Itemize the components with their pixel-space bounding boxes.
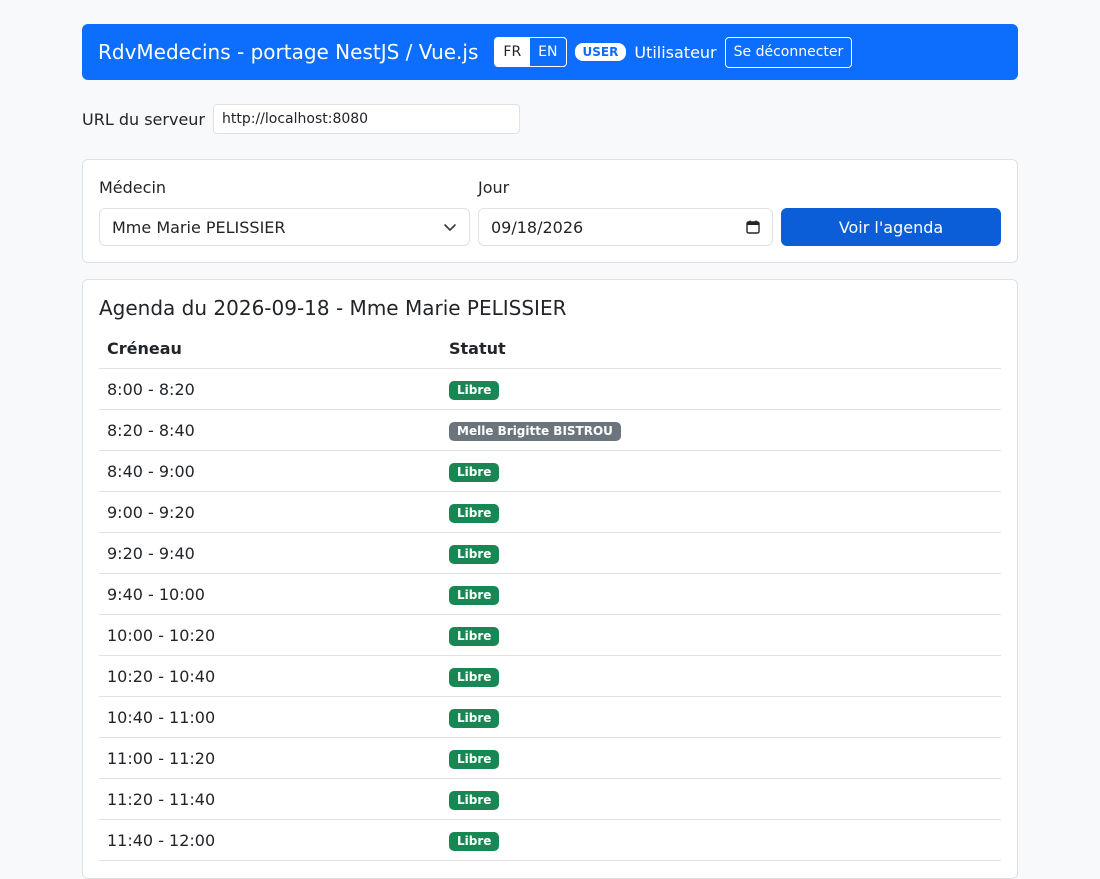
table-row: 8:20 - 8:40 Melle Brigitte BISTROU [99,409,1001,451]
user-name: Utilisateur [634,42,717,62]
slot-cell: 9:40 - 10:00 [99,573,441,615]
free-badge: Libre [449,585,500,605]
free-badge: Libre [449,626,500,646]
table-row: 8:40 - 9:00 Libre [99,450,1001,492]
server-url-label: URL du serveur [82,109,205,129]
agenda-card: Agenda du 2026-09-18 - Mme Marie PELISSI… [82,279,1018,879]
server-url-row: URL du serveur [82,104,520,134]
slot-cell: 10:20 - 10:40 [99,655,441,697]
table-row: 9:20 - 9:40 Libre [99,532,1001,574]
slot-cell: 8:40 - 9:00 [99,450,441,492]
top-navbar: RdvMedecins - portage NestJS / Vue.js FR… [82,24,1018,80]
status-cell: Libre [441,655,1001,697]
slot-cell: 10:40 - 11:00 [99,696,441,738]
slot-cell: 8:00 - 8:20 [99,368,441,410]
app-title: RdvMedecins - portage NestJS / Vue.js [98,40,479,64]
free-badge: Libre [449,708,500,728]
status-cell: Libre [441,491,1001,533]
agenda-form: Médecin Jour Mme Marie PELISSIER 09/18/2… [82,159,1018,263]
day-date-value: 09/18/2026 [491,217,584,237]
logout-button[interactable]: Se déconnecter [724,36,853,68]
role-badge: USER [574,43,627,61]
table-row: 8:00 - 8:20 Libre [99,368,1001,410]
slot-cell: 11:40 - 12:00 [99,819,441,861]
status-cell: Melle Brigitte BISTROU [441,409,1001,451]
agenda-rows: 8:00 - 8:20 Libre 8:20 - 8:40 Melle Brigitt… [99,368,1001,861]
status-cell: Libre [441,614,1001,656]
doctor-select-value: Mme Marie PELISSIER [112,217,286,237]
free-badge: Libre [449,749,500,769]
calendar-icon[interactable] [746,220,760,234]
column-header-status: Statut [441,328,1001,369]
status-cell: Libre [441,573,1001,615]
free-badge: Libre [449,544,500,564]
doctor-select[interactable]: Mme Marie PELISSIER [99,208,470,246]
booked-badge: Melle Brigitte BISTROU [449,421,621,441]
free-badge: Libre [449,831,500,851]
server-url-input[interactable] [213,104,520,134]
table-header-row: Créneau Statut [99,328,1001,369]
column-header-slot: Créneau [99,328,441,369]
table-row: 11:00 - 11:20 Libre [99,737,1001,779]
free-badge: Libre [449,790,500,810]
slot-cell: 10:00 - 10:20 [99,614,441,656]
language-switcher: FR EN [494,37,567,67]
status-cell: Libre [441,819,1001,861]
free-badge: Libre [449,503,500,523]
status-cell: Libre [441,696,1001,738]
status-cell: Libre [441,368,1001,410]
agenda-table: Créneau Statut 8:00 - 8:20 Libre 8:20 - 8:… [99,328,1001,861]
free-badge: Libre [449,462,500,482]
free-badge: Libre [449,667,500,687]
status-cell: Libre [441,532,1001,574]
table-row: 10:00 - 10:20 Libre [99,614,1001,656]
slot-cell: 11:00 - 11:20 [99,737,441,779]
table-row: 10:20 - 10:40 Libre [99,655,1001,697]
day-date-input[interactable]: 09/18/2026 [478,208,773,246]
status-cell: Libre [441,778,1001,820]
table-row: 9:00 - 9:20 Libre [99,491,1001,533]
day-label: Jour [478,178,510,197]
doctor-label: Médecin [99,178,167,197]
slot-cell: 11:20 - 11:40 [99,778,441,820]
status-cell: Libre [441,737,1001,779]
view-agenda-button[interactable]: Voir l'agenda [781,208,1001,246]
slot-cell: 9:00 - 9:20 [99,491,441,533]
lang-en-button[interactable]: EN [530,37,567,67]
agenda-title: Agenda du 2026-09-18 - Mme Marie PELISSI… [99,296,567,320]
slot-cell: 8:20 - 8:40 [99,409,441,451]
slot-cell: 9:20 - 9:40 [99,532,441,574]
table-row: 10:40 - 11:00 Libre [99,696,1001,738]
table-row: 11:40 - 12:00 Libre [99,819,1001,861]
free-badge: Libre [449,380,500,400]
table-row: 11:20 - 11:40 Libre [99,778,1001,820]
status-cell: Libre [441,450,1001,492]
chevron-down-icon [444,224,456,231]
table-row: 9:40 - 10:00 Libre [99,573,1001,615]
lang-fr-button[interactable]: FR [494,37,531,67]
